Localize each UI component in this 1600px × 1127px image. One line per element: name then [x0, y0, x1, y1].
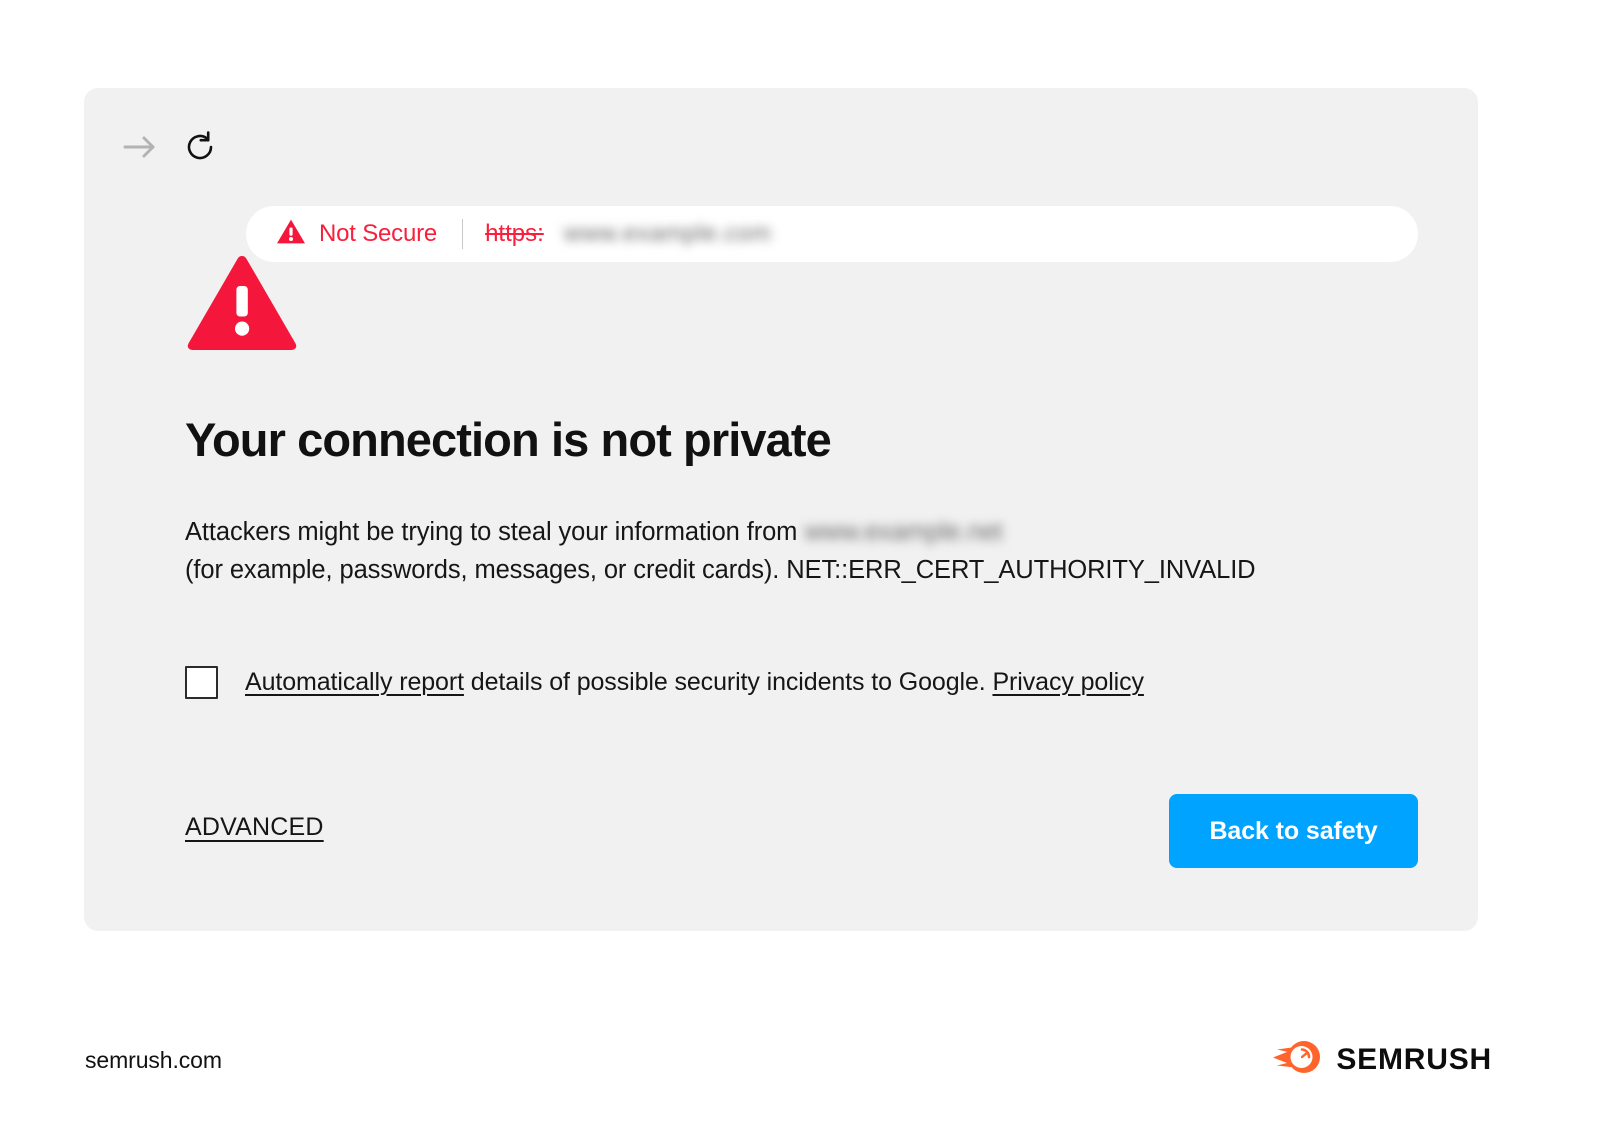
advanced-button[interactable]: ADVANCED	[185, 813, 324, 842]
page-description: Attackers might be trying to steal your …	[185, 513, 1415, 589]
description-line-1: Attackers might be trying to steal your …	[185, 518, 798, 546]
browser-error-card: Not Secure https: www.example.com Your c…	[84, 88, 1478, 931]
privacy-policy-link[interactable]: Privacy policy	[992, 668, 1144, 696]
error-code: NET::ERR_CERT_AUTHORITY_INVALID	[786, 556, 1256, 584]
screenshot-root: Not Secure https: www.example.com Your c…	[0, 0, 1600, 1127]
url-host-redacted: www.example.com	[563, 220, 772, 247]
security-indicator[interactable]: Not Secure	[276, 218, 437, 250]
address-bar[interactable]: Not Secure https: www.example.com	[246, 206, 1418, 262]
reload-icon	[184, 130, 216, 166]
semrush-wordmark: SEMRUSH	[1336, 1042, 1492, 1076]
description-host-redacted: www.example.net	[804, 518, 1003, 546]
forward-button[interactable]	[118, 126, 162, 170]
browser-toolbar	[84, 88, 1478, 208]
page-title: Your connection is not private	[185, 413, 832, 466]
back-to-safety-button[interactable]: Back to safety	[1169, 794, 1418, 868]
address-bar-divider	[462, 219, 464, 249]
url-scheme: https:	[485, 220, 544, 247]
page-warning-icon	[186, 253, 298, 355]
description-line-2: (for example, passwords, messages, or cr…	[185, 556, 780, 584]
arrow-right-icon	[123, 134, 157, 163]
warning-triangle-icon	[276, 218, 306, 250]
not-secure-label: Not Secure	[319, 220, 438, 247]
automatically-report-link[interactable]: Automatically report	[245, 668, 464, 696]
reload-button[interactable]	[178, 126, 222, 170]
semrush-logo: SEMRUSH	[1273, 1040, 1492, 1079]
report-checkbox-label: Automatically report details of possible…	[245, 668, 1144, 697]
report-checkbox[interactable]	[185, 666, 218, 699]
report-checkbox-row[interactable]: Automatically report details of possible…	[185, 666, 1144, 699]
report-label-rest: details of possible security incidents t…	[470, 668, 986, 696]
semrush-comet-icon	[1273, 1040, 1323, 1079]
footer-domain: semrush.com	[85, 1047, 222, 1073]
